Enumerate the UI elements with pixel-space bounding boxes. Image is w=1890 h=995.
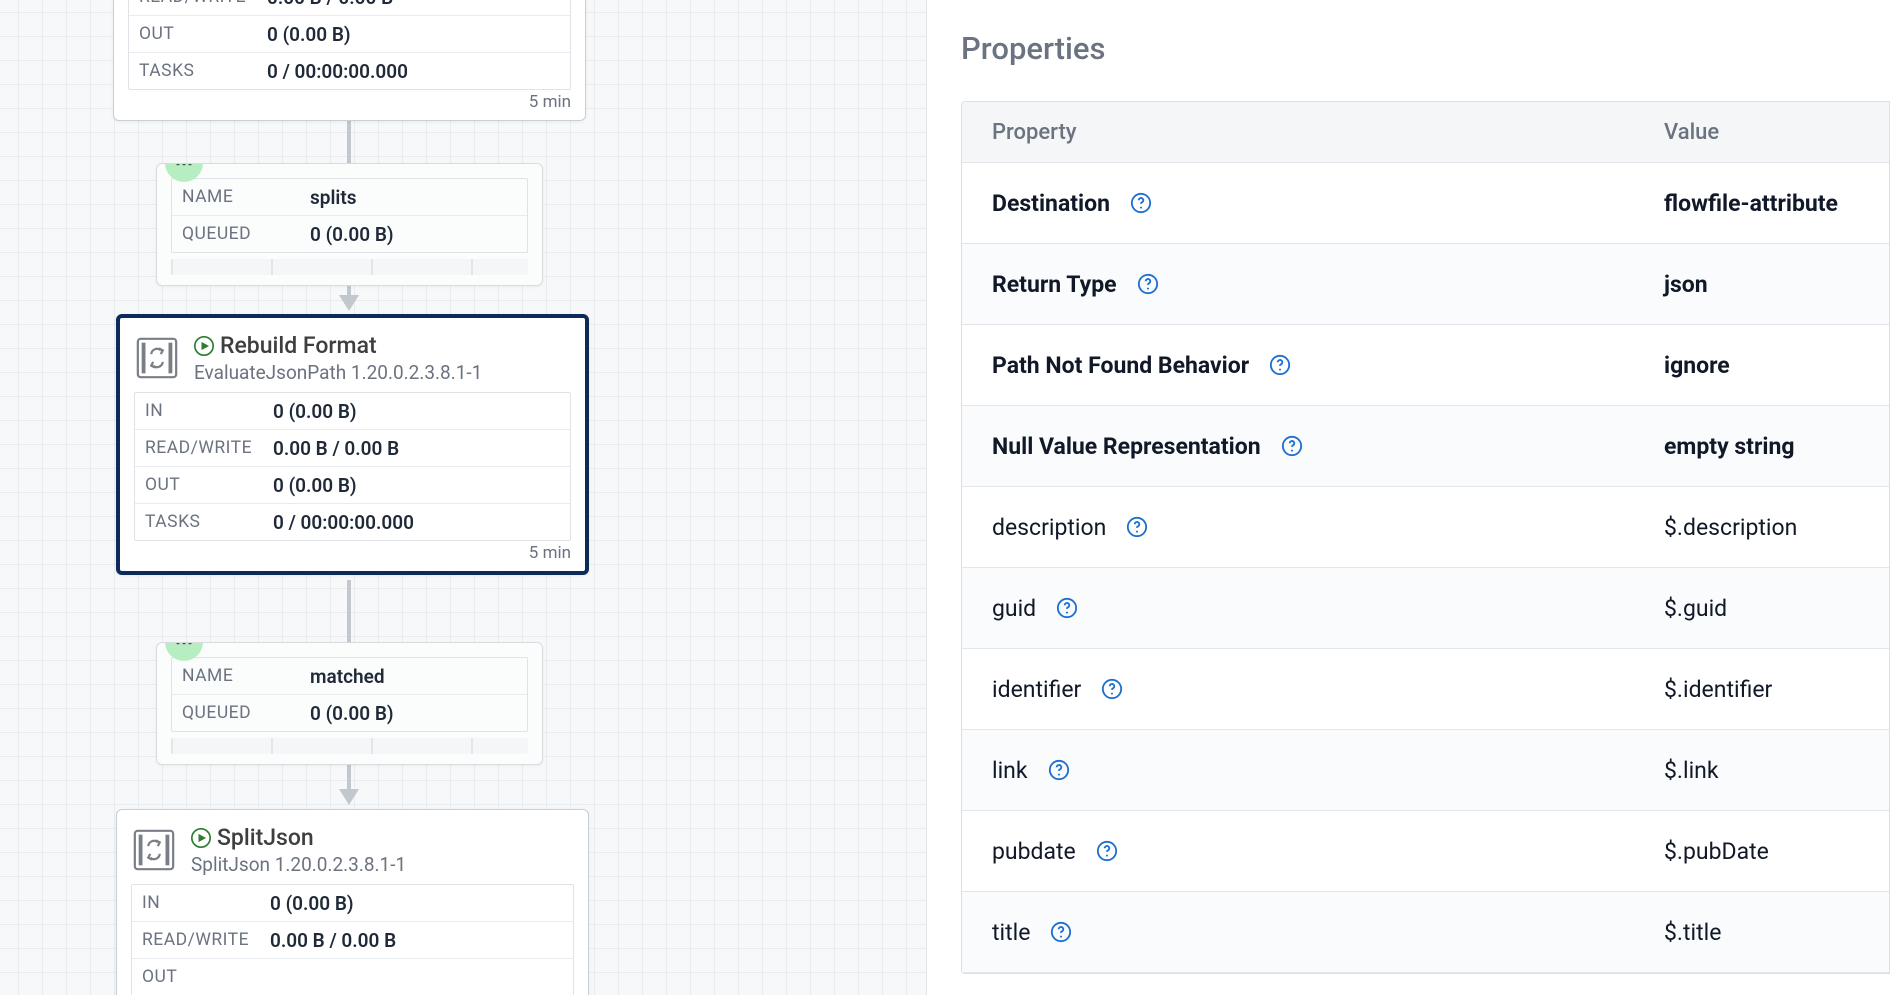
connection-name: matched [310, 665, 385, 688]
panel-title: Properties [961, 30, 1890, 67]
stat-label: READ/WRITE [132, 930, 270, 950]
property-name: Destination [992, 190, 1110, 217]
help-icon[interactable] [1096, 840, 1118, 862]
processor-type-icon [134, 335, 180, 381]
processor-splitjson[interactable]: SplitJson SplitJson 1.20.0.2.3.8.1-1 IN0… [116, 809, 589, 995]
property-name: identifier [992, 676, 1081, 703]
stat-value: 0 (0.00 B) [310, 702, 394, 725]
connection-name: splits [310, 186, 356, 209]
property-row[interactable]: title $.title [962, 892, 1889, 973]
property-name: Null Value Representation [992, 433, 1261, 460]
flow-canvas[interactable]: READ/WRITE0.00 B / 0.00 B OUT0 (0.00 B) … [0, 0, 927, 995]
processor-stats: READ/WRITE0.00 B / 0.00 B OUT0 (0.00 B) … [128, 0, 571, 90]
processor-rebuild-format[interactable]: Rebuild Format EvaluateJsonPath 1.20.0.2… [116, 314, 589, 575]
stat-value: 0.00 B / 0.00 B [267, 0, 393, 9]
processor-stats: IN0 (0.00 B) READ/WRITE0.00 B / 0.00 B O… [131, 884, 574, 995]
property-name: guid [992, 595, 1036, 622]
property-value[interactable]: $.identifier [1664, 676, 1859, 703]
stat-value: 0 (0.00 B) [270, 892, 354, 915]
stat-label: NAME [172, 666, 310, 686]
property-name: link [992, 757, 1028, 784]
properties-table: Property Value Destination flowfile-attri… [961, 101, 1890, 974]
property-row[interactable]: Destination flowfile-attribute [962, 163, 1889, 244]
processor-subtitle: SplitJson 1.20.0.2.3.8.1-1 [191, 853, 406, 876]
property-value[interactable]: empty string [1664, 433, 1859, 460]
property-name: title [992, 919, 1030, 946]
property-value[interactable]: ignore [1664, 352, 1859, 379]
property-row[interactable]: description $.description [962, 487, 1889, 568]
app-viewport: READ/WRITE0.00 B / 0.00 B OUT0 (0.00 B) … [0, 0, 1890, 995]
help-icon[interactable] [1269, 354, 1291, 376]
property-value[interactable]: $.guid [1664, 595, 1859, 622]
property-row[interactable]: identifier $.identifier [962, 649, 1889, 730]
processor-footer-interval: 5 min [120, 543, 585, 571]
property-name: pubdate [992, 838, 1076, 865]
property-row[interactable]: Path Not Found Behavior ignore [962, 325, 1889, 406]
processor-top-partial[interactable]: READ/WRITE0.00 B / 0.00 B OUT0 (0.00 B) … [113, 0, 586, 121]
col-header-property: Property [992, 120, 1664, 145]
stat-label: READ/WRITE [129, 0, 267, 7]
table-header: Property Value [962, 102, 1889, 163]
processor-stats: IN0 (0.00 B) READ/WRITE0.00 B / 0.00 B O… [134, 392, 571, 541]
processor-footer-interval: 5 min [114, 92, 585, 120]
stat-value: 0.00 B / 0.00 B [273, 437, 399, 460]
processor-title: SplitJson [217, 824, 314, 851]
help-icon[interactable] [1137, 273, 1159, 295]
stat-label: IN [132, 893, 270, 913]
stat-label: IN [135, 401, 273, 421]
property-value[interactable]: $.title [1664, 919, 1859, 946]
property-row[interactable]: guid $.guid [962, 568, 1889, 649]
stat-label: OUT [132, 967, 270, 987]
help-icon[interactable] [1130, 192, 1152, 214]
help-icon[interactable] [1281, 435, 1303, 457]
connection-matched[interactable]: NAMEmatched QUEUED0 (0.00 B) [156, 642, 543, 765]
property-row[interactable]: Return Type json [962, 244, 1889, 325]
help-icon[interactable] [1101, 678, 1123, 700]
stat-label: TASKS [135, 512, 273, 532]
property-value[interactable]: $.pubDate [1664, 838, 1859, 865]
property-name: Return Type [992, 271, 1117, 298]
stat-label: QUEUED [172, 703, 310, 723]
help-icon[interactable] [1048, 759, 1070, 781]
stat-value: 0 (0.00 B) [310, 223, 394, 246]
property-value[interactable]: json [1664, 271, 1859, 298]
help-icon[interactable] [1126, 516, 1148, 538]
stat-value: 0 (0.00 B) [273, 474, 357, 497]
property-row[interactable]: pubdate $.pubDate [962, 811, 1889, 892]
connection-footer-bar [171, 738, 528, 754]
property-value[interactable]: flowfile-attribute [1664, 190, 1859, 217]
stat-value: 0 / 00:00:00.000 [267, 60, 408, 83]
running-status-icon [194, 336, 214, 356]
stat-value: 0.00 B / 0.00 B [270, 929, 396, 952]
processor-type-icon [131, 827, 177, 873]
help-icon[interactable] [1056, 597, 1078, 619]
stat-label: OUT [135, 475, 273, 495]
stat-label: NAME [172, 187, 310, 207]
stat-label: TASKS [129, 61, 267, 81]
property-value[interactable]: $.description [1664, 514, 1859, 541]
help-icon[interactable] [1050, 921, 1072, 943]
property-row[interactable]: Null Value Representation empty string [962, 406, 1889, 487]
connection-splits[interactable]: NAMEsplits QUEUED0 (0.00 B) [156, 163, 543, 286]
connection-footer-bar [171, 259, 528, 275]
property-value[interactable]: $.link [1664, 757, 1859, 784]
running-status-icon [191, 828, 211, 848]
col-header-value: Value [1664, 120, 1859, 145]
processor-title: Rebuild Format [220, 332, 377, 359]
processor-subtitle: EvaluateJsonPath 1.20.0.2.3.8.1-1 [194, 361, 482, 384]
properties-panel: Properties Property Value Destination flo… [927, 0, 1890, 995]
stat-label: OUT [129, 24, 267, 44]
stat-value: 0 / 00:00:00.000 [273, 511, 414, 534]
property-name: description [992, 514, 1106, 541]
stat-value: 0 (0.00 B) [273, 400, 357, 423]
stat-value: 0 (0.00 B) [267, 23, 351, 46]
property-name: Path Not Found Behavior [992, 352, 1249, 379]
stat-label: READ/WRITE [135, 438, 273, 458]
stat-label: QUEUED [172, 224, 310, 244]
property-row[interactable]: link $.link [962, 730, 1889, 811]
